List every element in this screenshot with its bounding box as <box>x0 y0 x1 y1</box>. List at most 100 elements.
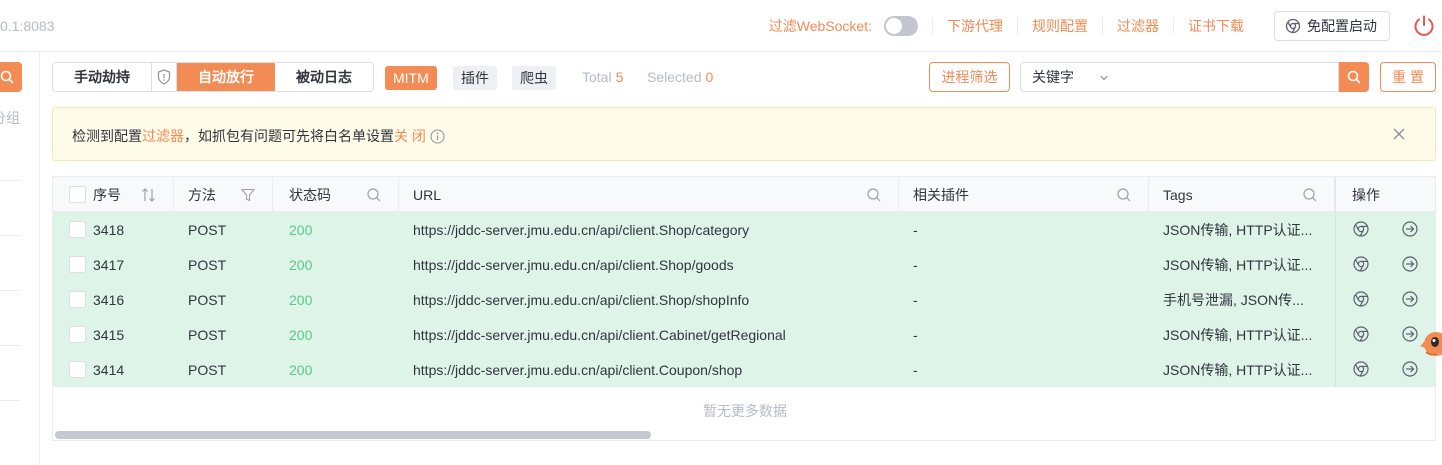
open-in-browser-icon[interactable] <box>1352 360 1370 378</box>
table-row[interactable]: 3417 POST 200 https://jddc-server.jmu.edu.c… <box>53 247 1435 282</box>
filter-alert: 检测到配置 过滤器 ，如抓包有问题可先将白名单设置 关 闭 <box>52 107 1436 161</box>
process-filter-button[interactable]: 进程筛选 <box>929 62 1010 92</box>
alert-filter-link[interactable]: 过滤器 <box>142 126 184 146</box>
select-all-checkbox[interactable] <box>69 186 86 203</box>
search-input[interactable] <box>1119 62 1339 92</box>
crawler-tag[interactable]: 爬虫 <box>512 66 556 90</box>
column-header-plugin[interactable]: 相关插件 <box>899 177 1149 212</box>
column-header-status[interactable]: 状态码 <box>273 177 399 212</box>
toolbar: 手动劫持 自动放行 被动日志 MITM 插件 爬虫 Total 5 Selecte… <box>52 62 1436 92</box>
search-icon <box>1347 70 1361 84</box>
divider <box>0 235 20 236</box>
cell-plugin: - <box>913 221 918 238</box>
cell-id: 3417 <box>93 256 125 273</box>
websocket-filter-toggle[interactable] <box>884 16 918 36</box>
action-column-divider <box>1335 317 1336 352</box>
search-icon[interactable] <box>1116 187 1132 203</box>
open-in-browser-icon[interactable] <box>1352 220 1370 238</box>
cell-plugin: - <box>913 326 918 343</box>
row-checkbox[interactable] <box>69 361 86 378</box>
arrow-right-circle-icon[interactable] <box>1401 255 1419 273</box>
close-icon[interactable] <box>1391 126 1407 142</box>
left-panel: 分组 <box>0 52 40 465</box>
sort-icon[interactable] <box>141 187 157 203</box>
cell-id: 3416 <box>93 291 125 308</box>
cell-plugin: - <box>913 361 918 378</box>
top-bar-actions: 过滤WebSocket: 下游代理 规则配置 过滤器 证书下载 免配置启动 <box>769 0 1442 52</box>
info-icon[interactable] <box>430 129 445 144</box>
cell-method: POST <box>188 256 227 273</box>
power-icon[interactable] <box>1412 14 1436 38</box>
downstream-proxy-link[interactable]: 下游代理 <box>932 18 1017 34</box>
search-icon[interactable] <box>1302 187 1318 203</box>
arrow-right-circle-icon[interactable] <box>1401 290 1419 308</box>
alert-close-whitelist-link[interactable]: 关 闭 <box>394 126 426 146</box>
row-checkbox[interactable] <box>69 221 86 238</box>
open-in-browser-icon[interactable] <box>1352 325 1370 343</box>
arrow-right-circle-icon[interactable] <box>1401 325 1419 343</box>
table-row[interactable]: 3416 POST 200 https://jddc-server.jmu.edu.c… <box>53 282 1435 317</box>
cell-tags: JSON传输, HTTP认证... <box>1163 361 1313 378</box>
divider <box>0 345 20 346</box>
group-label: 分组 <box>0 110 20 126</box>
cell-url: https://jddc-server.jmu.edu.cn/api/clien… <box>413 256 734 273</box>
column-header-id[interactable]: 序号 <box>53 177 174 212</box>
column-header-method[interactable]: 方法 <box>174 177 273 212</box>
alert-message: 检测到配置 过滤器 ，如抓包有问题可先将白名单设置 关 闭 <box>72 126 445 146</box>
shield-icon[interactable] <box>151 63 177 91</box>
table-header: 序号 方法 状态码 URL 相关插件 Tags 操作 <box>53 177 1435 212</box>
cell-method: POST <box>188 361 227 378</box>
filter-icon[interactable] <box>240 187 256 203</box>
mitm-tag[interactable]: MITM <box>385 66 437 90</box>
cell-plugin: - <box>913 256 918 273</box>
rule-config-link[interactable]: 规则配置 <box>1017 18 1102 34</box>
chevron-down-icon <box>1100 75 1108 81</box>
table-row[interactable]: 3414 POST 200 https://jddc-server.jmu.edu.c… <box>53 352 1435 387</box>
search-icon[interactable] <box>866 187 882 203</box>
reset-button[interactable]: 重置 <box>1380 62 1436 92</box>
cell-status: 200 <box>289 256 313 273</box>
cell-url: https://jddc-server.jmu.edu.cn/api/clien… <box>413 361 743 378</box>
action-column-divider <box>1335 247 1336 282</box>
open-in-browser-icon[interactable] <box>1352 290 1370 308</box>
row-checkbox[interactable] <box>69 326 86 343</box>
left-search-button[interactable] <box>0 62 22 92</box>
cell-tags: JSON传输, HTTP认证... <box>1163 221 1313 238</box>
cell-id: 3418 <box>93 221 125 238</box>
open-in-browser-icon[interactable] <box>1352 255 1370 273</box>
horizontal-scrollbar[interactable] <box>55 431 651 439</box>
arrow-right-circle-icon[interactable] <box>1401 360 1419 378</box>
plugin-tag[interactable]: 插件 <box>453 66 497 90</box>
search-icon <box>0 70 14 84</box>
cert-download-link[interactable]: 证书下载 <box>1173 18 1258 34</box>
divider <box>0 290 20 291</box>
table-row[interactable]: 3418 POST 200 https://jddc-server.jmu.edu.c… <box>53 212 1435 247</box>
auto-release-tab[interactable]: 自动放行 <box>177 63 275 91</box>
launch-without-config-button[interactable]: 免配置启动 <box>1274 11 1390 41</box>
passive-log-tab[interactable]: 被动日志 <box>275 63 373 91</box>
search-button[interactable] <box>1339 62 1369 92</box>
mascot-icon[interactable] <box>1418 326 1442 360</box>
server-address: 0.1:8083 <box>0 18 55 34</box>
filter-link[interactable]: 过滤器 <box>1102 18 1173 34</box>
chrome-icon <box>1285 18 1301 34</box>
column-header-url[interactable]: URL <box>399 177 899 212</box>
cell-method: POST <box>188 221 227 238</box>
cell-url: https://jddc-server.jmu.edu.cn/api/clien… <box>413 291 750 308</box>
cell-tags: JSON传输, HTTP认证... <box>1163 256 1313 273</box>
manual-hijack-tab[interactable]: 手动劫持 <box>53 63 151 91</box>
cell-plugin: - <box>913 291 918 308</box>
keyword-select[interactable]: 关键字 <box>1020 62 1120 92</box>
column-header-tags[interactable]: Tags <box>1149 177 1335 212</box>
cell-status: 200 <box>289 291 313 308</box>
cell-tags: 手机号泄漏, JSON传... <box>1163 291 1304 308</box>
column-header-actions: 操作 <box>1335 177 1435 212</box>
selected-count: Selected 0 <box>647 69 714 85</box>
search-icon[interactable] <box>366 187 382 203</box>
row-checkbox[interactable] <box>69 291 86 308</box>
divider <box>0 400 20 401</box>
table-row[interactable]: 3415 POST 200 https://jddc-server.jmu.edu.c… <box>53 317 1435 352</box>
row-checkbox[interactable] <box>69 256 86 273</box>
arrow-right-circle-icon[interactable] <box>1401 220 1419 238</box>
total-count: Total 5 <box>582 69 624 85</box>
